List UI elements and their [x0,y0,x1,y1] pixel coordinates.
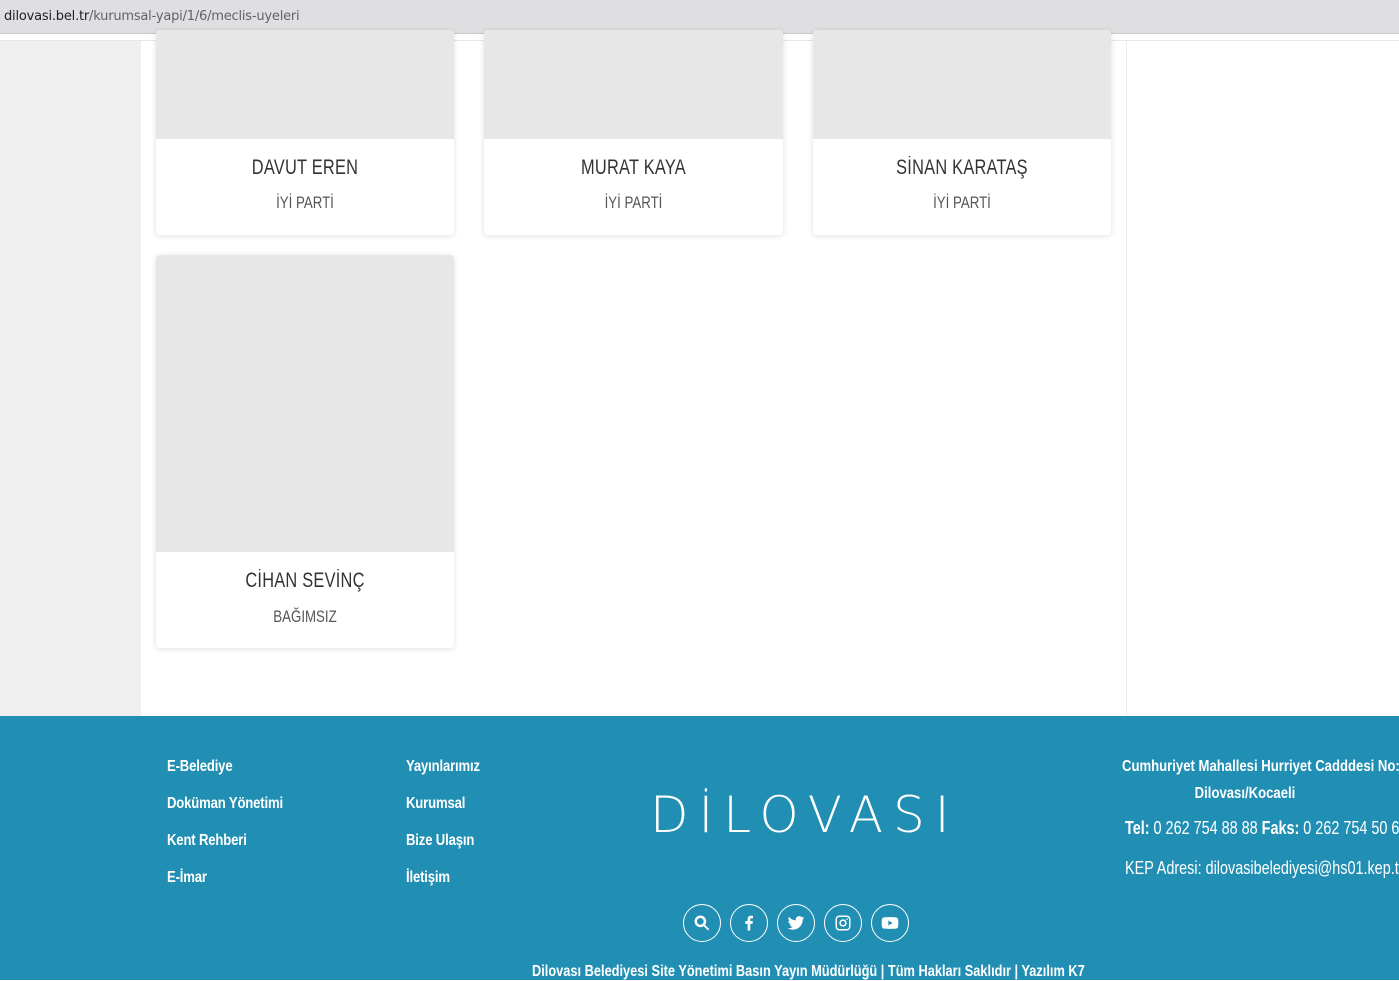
footer-link-bize-ulasin[interactable]: Bize Ulaşın [406,832,474,850]
instagram-icon [835,915,851,931]
youtube-icon [881,917,899,929]
copyright-text: Dilovası Belediyesi Site Yönetimi Basın … [532,963,1085,980]
social-instagram-button[interactable] [824,904,862,942]
social-twitter-button[interactable] [777,904,815,942]
footer-link-kurumsal[interactable]: Kurumsal [406,795,465,813]
member-photo [156,255,454,552]
twitter-icon [787,916,805,930]
left-sidebar-area [0,41,141,716]
url-text[interactable]: dilovasi.bel.tr/kurumsal-yapi/1/6/meclis… [4,9,300,24]
member-card-murat-kaya[interactable]: MURAT KAYA İYİ PARTİ [484,30,783,235]
footer-link-dokuman-yonetimi[interactable]: Doküman Yönetimi [167,795,283,813]
member-card-cihan-sevinc[interactable]: CİHAN SEVİNÇ BAĞIMSIZ [156,255,454,648]
member-photo [813,30,1111,139]
member-party: İYİ PARTİ [276,193,334,212]
fax-value: 0 262 754 50 66 [1303,818,1399,838]
content-divider [1126,41,1127,716]
tel-value: 0 262 754 88 88 [1153,818,1258,838]
footer-link-kent-rehberi[interactable]: Kent Rehberi [167,832,247,850]
member-photo [484,30,783,139]
url-host: dilovasi.bel.tr [4,9,90,24]
social-facebook-button[interactable] [730,904,768,942]
fax-label: Faks: [1261,818,1300,838]
address-line-2: Dilovası/Kocaeli [1194,785,1296,802]
member-name: CİHAN SEVİNÇ [245,569,365,592]
tel-label: Tel: [1125,818,1150,838]
footer-link-e-belediye[interactable]: E-Belediye [167,758,233,776]
footer-link-yayinlarimiz[interactable]: Yayınlarımız [406,758,480,776]
member-party: İYİ PARTİ [933,193,991,212]
member-party: BAĞIMSIZ [273,607,337,626]
phone-fax-line: Tel: 0 262 754 88 88 Faks: 0 262 754 50 … [1125,818,1399,839]
site-footer: E-Belediye Doküman Yönetimi Kent Rehberi… [0,716,1399,980]
footer-brand-logo[interactable]: DİLOVASI [650,786,960,844]
member-name: MURAT KAYA [581,156,686,179]
member-card-sinan-karatas[interactable]: SİNAN KARATAŞ İYİ PARTİ [813,30,1111,235]
member-party: İYİ PARTİ [604,193,663,212]
footer-link-iletisim[interactable]: İletişim [406,869,450,887]
url-path: /kurumsal-yapi/1/6/meclis-uyeleri [89,9,300,24]
member-card-davut-eren[interactable]: DAVUT EREN İYİ PARTİ [156,30,454,235]
member-name: SİNAN KARATAŞ [896,156,1028,179]
facebook-icon [745,915,753,931]
address-bar[interactable]: dilovasi.bel.tr/kurumsal-yapi/1/6/meclis… [0,0,1399,34]
social-youtube-button[interactable] [871,904,909,942]
member-photo [156,30,454,139]
social-search-button[interactable] [683,904,721,942]
member-name: DAVUT EREN [251,156,359,179]
search-icon [694,915,710,931]
kep-address: KEP Adresi: dilovasibelediyesi@hs01.kep.… [1125,858,1399,878]
footer-link-e-imar[interactable]: E-İmar [167,869,207,887]
address-line-1: Cumhuriyet Mahallesi Hurriyet Cadddesi N… [1122,758,1399,775]
